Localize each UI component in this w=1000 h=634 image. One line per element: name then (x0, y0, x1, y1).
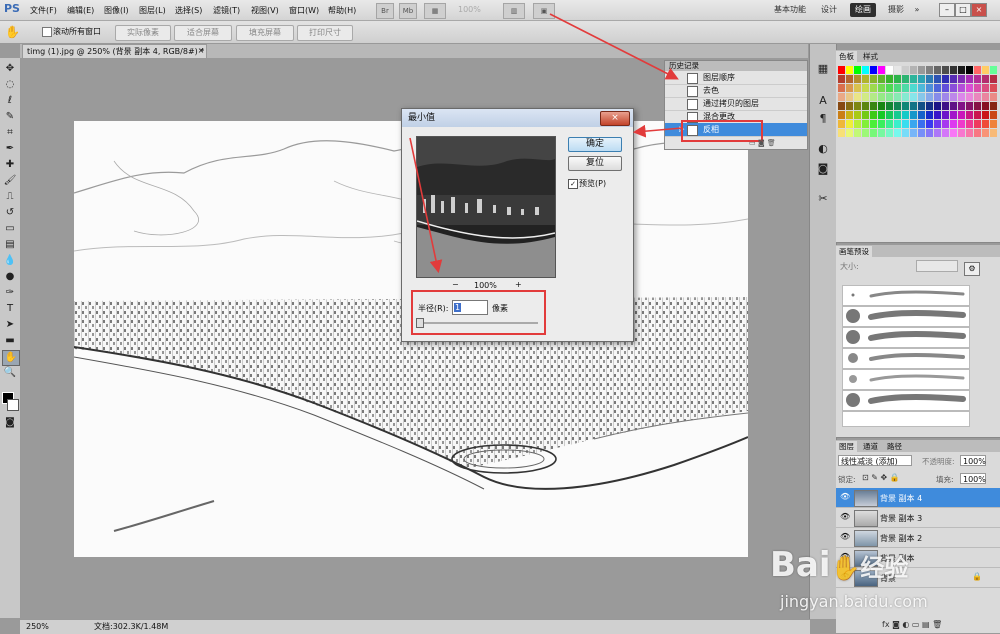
annotation-arrows (409, 13, 683, 274)
baidu-watermark-logo: Bai✋经验 (770, 545, 908, 585)
watermark-logo-suffix: 经验 (860, 554, 909, 582)
watermark-paw-icon: ✋ (830, 554, 861, 582)
baidu-watermark-url: jingyan.baidu.com (780, 592, 928, 611)
arrow-to-dialog (632, 124, 683, 138)
arrow-to-history (549, 13, 679, 80)
arrow-to-radius (409, 137, 443, 274)
watermark-logo-text: Bai (770, 545, 831, 585)
